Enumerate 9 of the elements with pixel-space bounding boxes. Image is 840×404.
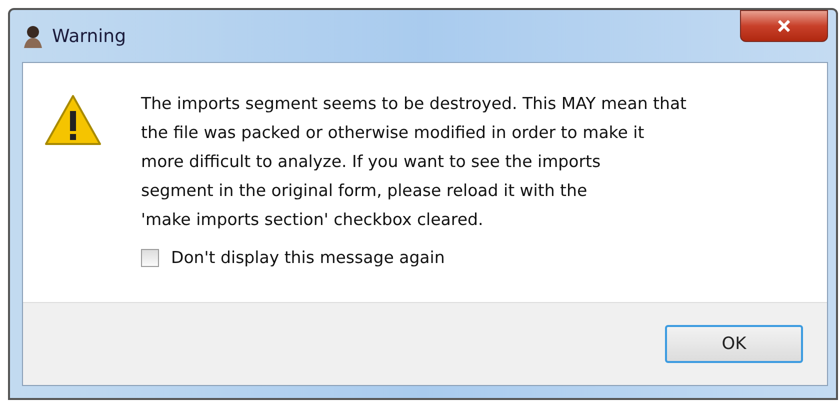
person-silhouette-icon — [22, 24, 44, 48]
window-title: Warning — [52, 26, 126, 46]
close-icon — [777, 20, 791, 32]
warning-message: The imports segment seems to be destroyed. This MAY mean that the file was packed or otherwise modified in order to make it more difficult to analyze. If you want to see the imports segment in the original form, please reload it with the 'make imports section' checkbox cleared. — [141, 93, 687, 231]
warning-icon — [43, 93, 103, 147]
close-button[interactable] — [740, 10, 828, 42]
checkbox[interactable] — [141, 248, 159, 266]
checkbox-label: Don't display this message again — [171, 248, 445, 267]
ok-button[interactable]: OK — [665, 325, 803, 363]
